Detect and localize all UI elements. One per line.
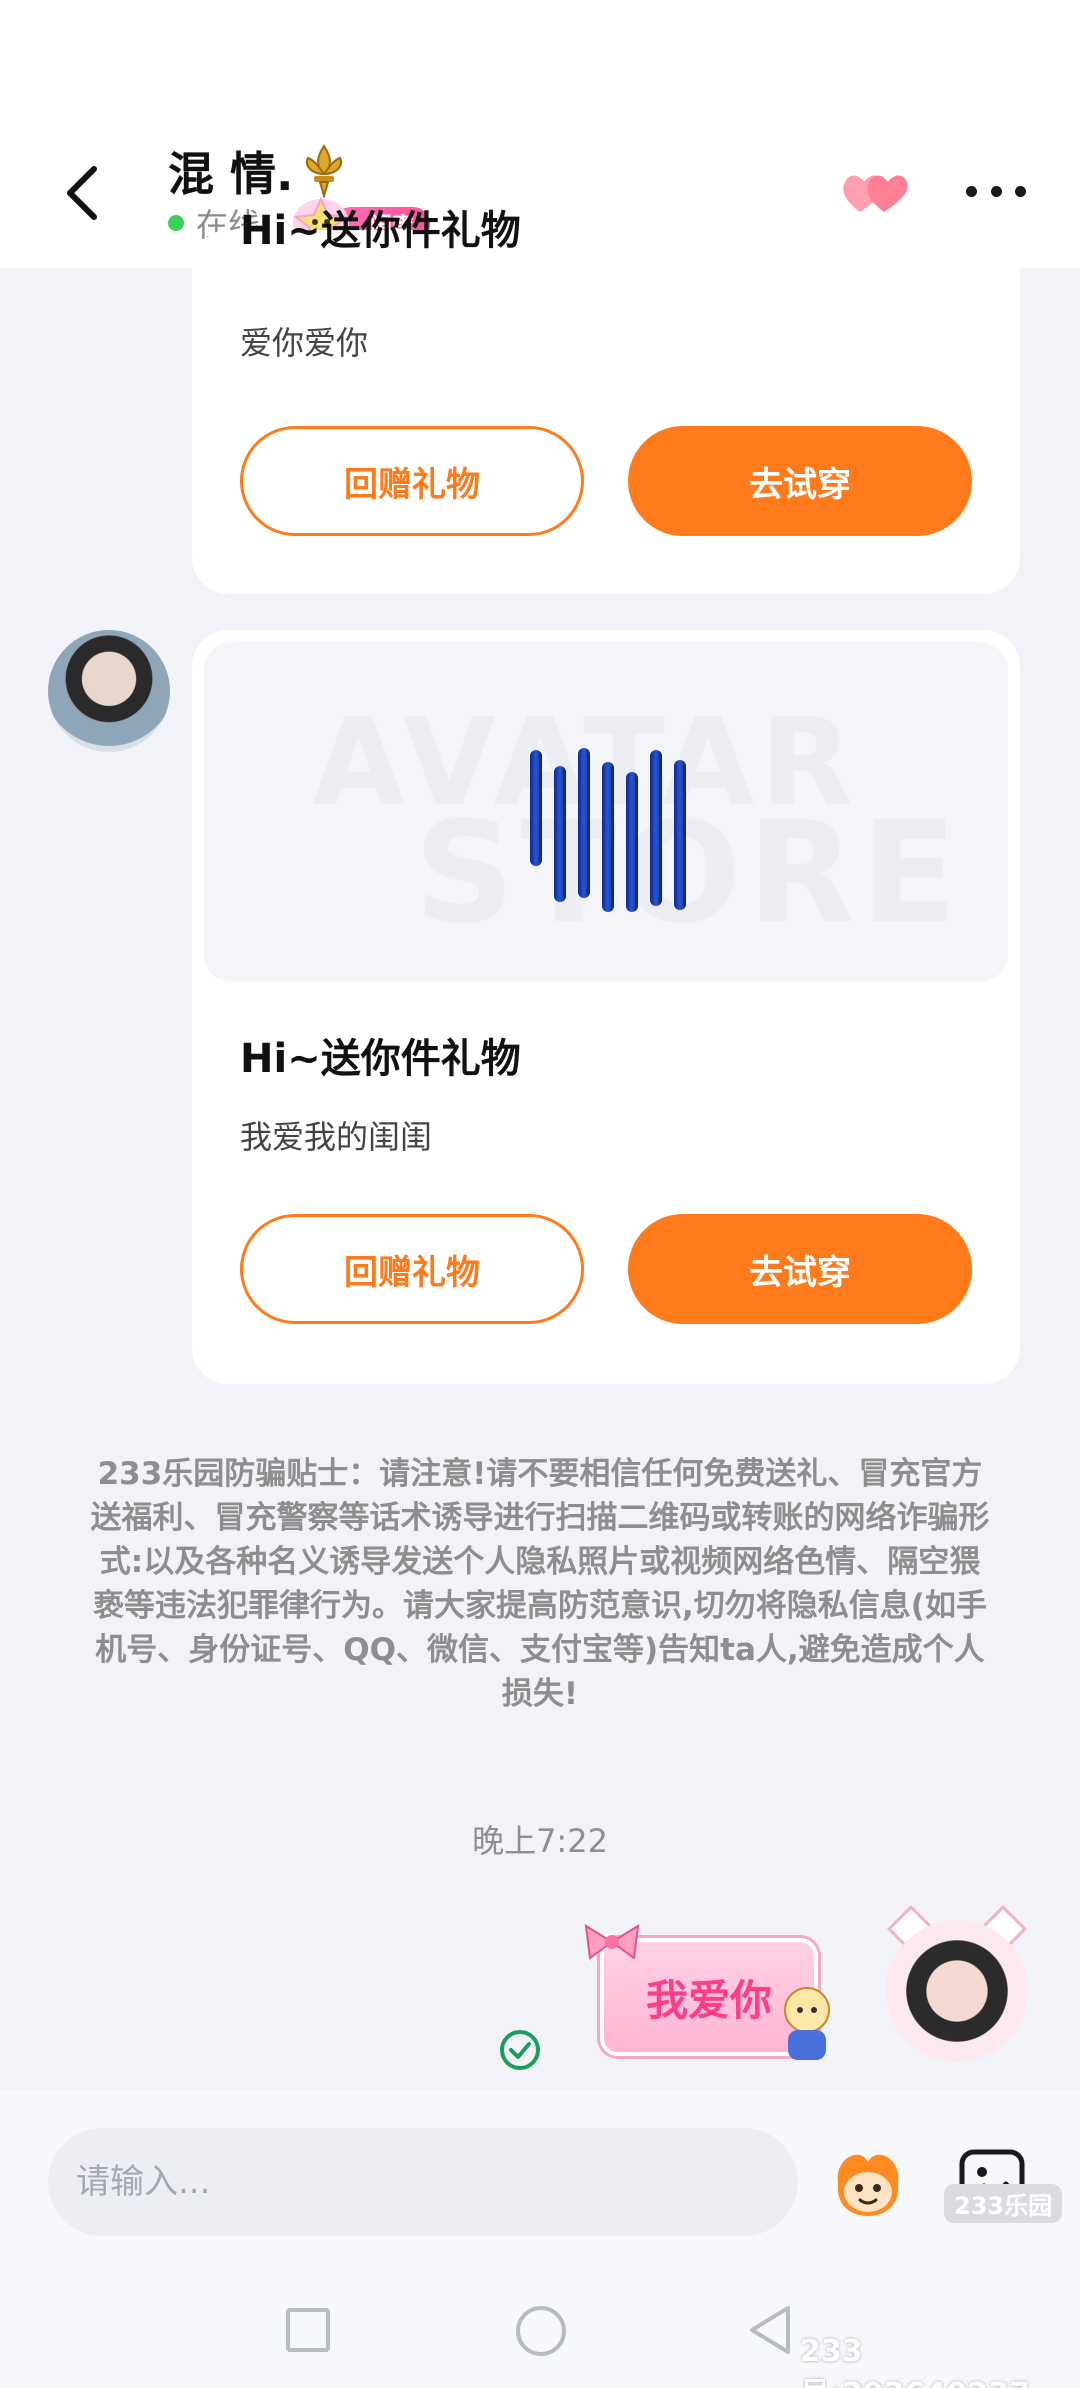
- gift-item-icon: [530, 748, 686, 912]
- gift-card: Hi~送你件礼物 爱你爱你 回赠礼物 去试穿: [192, 208, 1020, 594]
- intimacy-hearts-button[interactable]: [838, 166, 910, 218]
- emoji-button[interactable]: [830, 2144, 906, 2220]
- anti-fraud-notice: 233乐园防骗贴士：请注意!请不要相信任何免费送礼、冒充官方送福利、冒充警察等话…: [90, 1456, 990, 1712]
- back-button[interactable]: [52, 160, 112, 226]
- sticker-text: 我爱你: [645, 1975, 772, 2025]
- return-gift-button[interactable]: 回赠礼物: [240, 426, 584, 536]
- gift-card: AVATAR STORE Hi~送你件礼物 我爱我的闺闺 回赠礼物 去试穿: [192, 630, 1020, 1384]
- hearts-icon: [843, 175, 908, 212]
- more-button[interactable]: [966, 176, 1026, 206]
- emoji-mascot-icon: [837, 2154, 899, 2216]
- try-on-button[interactable]: 去试穿: [628, 426, 972, 536]
- gift-card-title: Hi~送你件礼物: [240, 1036, 521, 1082]
- chat-header: 混 情. 在线 闺蜜: [0, 0, 1080, 268]
- gift-preview-image[interactable]: AVATAR STORE: [204, 642, 1008, 982]
- message-timestamp: 晚上7:22: [472, 1822, 608, 1860]
- gift-card-message: 爱你爱你: [240, 324, 369, 362]
- check-circle-icon: [500, 2030, 540, 2070]
- nav-home-button[interactable]: [516, 2306, 566, 2356]
- back-arrow-icon: [67, 166, 97, 220]
- app-watermark-id: 233号:392640237: [800, 2334, 1030, 2388]
- message-input-bar: [0, 2090, 1080, 2260]
- bow-icon: [584, 1924, 640, 1960]
- contact-name-text: 混 情.: [168, 147, 294, 201]
- message-input[interactable]: [48, 2128, 798, 2236]
- nav-back-icon[interactable]: [746, 2302, 794, 2358]
- more-icon-dot: [966, 185, 977, 197]
- gift-card-message: 我爱我的闺闺: [240, 1118, 433, 1156]
- more-icon-dot: [990, 185, 1002, 197]
- gift-card-title: Hi~送你件礼物: [240, 208, 521, 254]
- more-icon-dot: [1015, 185, 1026, 197]
- sticker-message[interactable]: 我爱你: [582, 1920, 852, 2070]
- fleur-de-lis-icon: [305, 144, 342, 198]
- sender-avatar[interactable]: [48, 630, 170, 752]
- my-avatar[interactable]: [886, 1920, 1028, 2062]
- app-watermark-logo: 233乐园: [944, 2184, 1063, 2223]
- sticker-character-icon: [784, 1987, 830, 2060]
- online-dot: [168, 215, 184, 231]
- nav-recents-button[interactable]: [286, 2308, 330, 2352]
- try-on-button[interactable]: 去试穿: [628, 1214, 972, 1324]
- return-gift-button[interactable]: 回赠礼物: [240, 1214, 584, 1324]
